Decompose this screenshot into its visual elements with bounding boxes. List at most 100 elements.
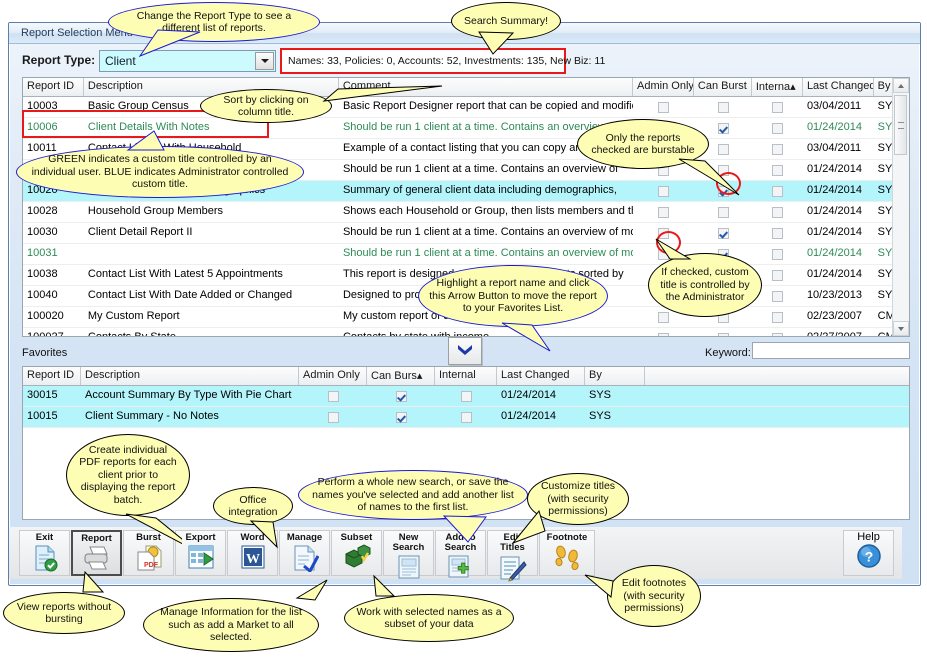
fav-cell-can-burst-checkbox[interactable] [367,407,435,427]
callout-tail-view-reports [81,570,121,600]
cell-internal-checkbox[interactable] [752,223,803,243]
scroll-down-icon[interactable] [893,321,909,336]
callout-view-reports: View reports without bursting [3,592,125,634]
checkbox-checked-icon[interactable] [718,228,729,239]
keyword-input[interactable] [752,342,910,359]
table-row[interactable]: 10028Household Group MembersShows each H… [23,202,909,223]
checkbox-unchecked-icon[interactable] [658,333,669,338]
table-row[interactable]: 30015Account Summary By Type With Pie Ch… [23,386,909,407]
toolbar-button-label: New Search [393,533,425,553]
help-button[interactable]: Help ? [843,530,894,576]
cell-internal-checkbox[interactable] [752,97,803,117]
checkbox-unchecked-icon[interactable] [772,333,783,338]
column-header-internal[interactable]: Interna▴ [752,78,803,96]
checkbox-unchecked-icon[interactable] [718,207,729,218]
checkbox-unchecked-icon[interactable] [718,102,729,113]
favorites-label: Favorites [22,347,67,359]
chevron-down-icon[interactable] [255,52,274,70]
callout-color-legend: GREEN indicates a custom title controlle… [16,146,304,198]
callout-tail-move-favorites [498,321,568,355]
fav-cell-internal-checkbox[interactable] [435,386,497,406]
checkbox-checked-icon[interactable] [396,412,407,423]
fav-cell-admin-only-checkbox[interactable] [299,407,367,427]
table-row[interactable]: 10030Client Detail Report IIShould be ru… [23,223,909,244]
callout-text-sort: Sort by clicking on column title. [200,89,332,123]
callout-text-move-favorites: Highlight a report name and click this A… [418,265,608,327]
toolbar-button-export[interactable]: Export [175,530,226,576]
column-header-last-changed[interactable]: Last Changed [803,78,874,96]
fav-cell-description: Client Summary - No Notes [81,407,299,427]
fav-cell-admin-only-checkbox[interactable] [299,386,367,406]
table-row[interactable]: 10015Client Summary - No Notes01/24/2014… [23,407,909,428]
table-row[interactable]: 10003Basic Group CensusBasic Report Desi… [23,97,909,118]
cell-internal-checkbox[interactable] [752,202,803,222]
checkbox-checked-icon[interactable] [718,123,729,134]
checkbox-unchecked-icon[interactable] [772,123,783,134]
cell-last-changed: 01/24/2014 [803,223,874,243]
checkbox-unchecked-icon[interactable] [658,186,669,197]
checkbox-unchecked-icon[interactable] [328,412,339,423]
toolbar-button-exit[interactable]: Exit [19,530,70,576]
cell-internal-checkbox[interactable] [752,181,803,201]
checkbox-unchecked-icon[interactable] [658,102,669,113]
checkbox-unchecked-icon[interactable] [718,333,729,338]
checkbox-unchecked-icon[interactable] [772,102,783,113]
checkbox-checked-icon[interactable] [396,391,407,402]
cell-internal-checkbox[interactable] [752,118,803,138]
favorites-grid-header[interactable]: Report ID Description Admin Only Can Bur… [23,367,909,386]
cell-can-burst-checkbox[interactable] [694,97,752,117]
cell-internal-checkbox[interactable] [752,328,803,337]
checkbox-unchecked-icon[interactable] [772,144,783,155]
callout-tail-manage-info [293,578,333,606]
cell-description: Household Group Members [84,202,339,222]
toolbar-button-new-search[interactable]: New Search [383,530,434,576]
fav-cell-report-id: 10015 [23,407,81,427]
checkbox-unchecked-icon[interactable] [772,207,783,218]
cell-report-id: 10030 [23,223,84,243]
fav-column-header-admin-only[interactable]: Admin Only [299,367,367,385]
column-header-report-id[interactable]: Report ID [23,78,84,96]
reports-grid-header[interactable]: Report ID Description Comment Admin Only… [23,78,909,97]
fav-column-header-can-burst[interactable]: Can Burs▴ [367,367,435,385]
fav-column-header-last-changed[interactable]: Last Changed [497,367,585,385]
cell-admin-only-checkbox[interactable] [633,97,694,117]
scroll-up-icon[interactable] [893,78,909,93]
fav-cell-internal-checkbox[interactable] [435,407,497,427]
column-header-can-burst[interactable]: Can Burst [694,78,752,96]
cell-admin-only-checkbox[interactable] [633,328,694,337]
cell-can-burst-checkbox[interactable] [694,328,752,337]
checkbox-unchecked-icon[interactable] [772,228,783,239]
fav-column-header-description[interactable]: Description [81,367,299,385]
reports-grid-scrollbar[interactable] [892,78,909,336]
checkbox-unchecked-icon[interactable] [461,412,472,423]
cell-admin-only-checkbox[interactable] [633,202,694,222]
checkbox-unchecked-icon[interactable] [328,391,339,402]
cell-internal-checkbox[interactable] [752,139,803,159]
move-to-favorites-button[interactable] [448,337,482,365]
scrollbar-thumb[interactable] [894,95,907,155]
checkbox-unchecked-icon[interactable] [772,249,783,260]
checkbox-unchecked-icon[interactable] [658,207,669,218]
checkbox-unchecked-icon[interactable] [772,186,783,197]
cell-internal-checkbox[interactable] [752,160,803,180]
cell-comment: Shows each Household or Group, then list… [339,202,633,222]
checkbox-unchecked-icon[interactable] [718,144,729,155]
fav-column-header-by[interactable]: By [585,367,645,385]
fav-column-header-report-id[interactable]: Report ID [23,367,81,385]
cell-description: Client Detail Report II [84,223,339,243]
fav-cell-can-burst-checkbox[interactable] [367,386,435,406]
checkbox-unchecked-icon[interactable] [772,270,783,281]
checkbox-unchecked-icon[interactable] [461,391,472,402]
column-header-admin-only[interactable]: Admin Only [633,78,694,96]
checkbox-unchecked-icon[interactable] [772,165,783,176]
table-row[interactable]: 10031Should be run 1 client at a time. C… [23,244,909,265]
fav-column-header-internal[interactable]: Internal [435,367,497,385]
callout-move-favorites: Highlight a report name and click this A… [418,265,608,327]
callout-tail-burst-pdf [122,512,182,554]
checkbox-unchecked-icon[interactable] [772,312,783,323]
toolbar-button-subset[interactable]: Subset [331,530,382,576]
help-question-icon: ? [856,543,882,572]
table-row[interactable]: 100027Contacts By StateContacts by state… [23,328,909,337]
checkbox-unchecked-icon[interactable] [772,291,783,302]
cell-can-burst-checkbox[interactable] [694,202,752,222]
